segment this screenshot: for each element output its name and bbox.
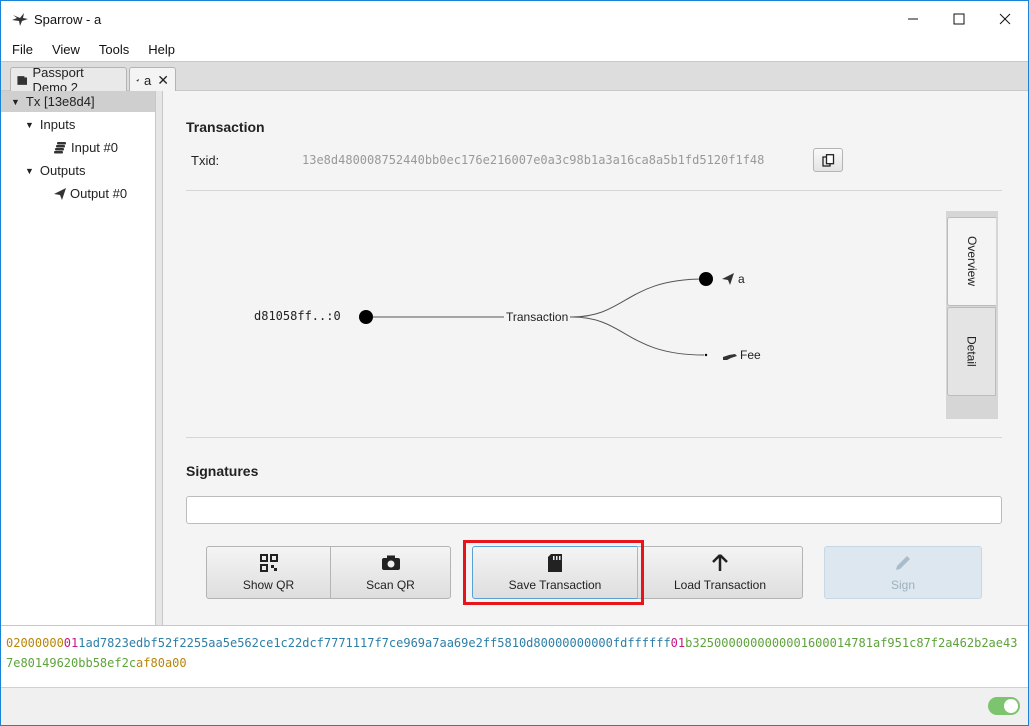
tab-label: a xyxy=(144,73,152,88)
scan-qr-button[interactable]: Scan QR xyxy=(330,546,451,599)
camera-icon xyxy=(381,555,400,570)
sign-button[interactable]: Sign xyxy=(824,546,982,599)
hex-output-count: 01 xyxy=(670,636,686,650)
tree-item-tx[interactable]: ▼ Tx [13e8d4] xyxy=(1,91,155,112)
menu-help[interactable]: Help xyxy=(148,42,175,57)
diagram-output-label: a xyxy=(738,272,745,286)
minimize-icon xyxy=(908,18,918,20)
signatures-heading: Signatures xyxy=(186,463,259,479)
expand-triangle-icon[interactable]: ▼ xyxy=(25,166,34,176)
overview-tab[interactable]: Overview xyxy=(947,217,996,306)
qr-code-icon xyxy=(259,554,278,572)
tree-item-outputs[interactable]: ▼ Outputs xyxy=(25,160,85,181)
button-label: Load Transaction xyxy=(673,578,767,592)
menu-tools[interactable]: Tools xyxy=(99,42,129,57)
show-qr-button[interactable]: Show QR xyxy=(206,546,331,599)
send-icon xyxy=(54,187,66,200)
transaction-tree: ▼ Tx [13e8d4] ▼ Inputs Input #0 ▼ Output… xyxy=(1,91,156,625)
button-label: Show QR xyxy=(242,578,295,592)
detail-tab-label: Detail xyxy=(964,336,979,367)
button-label: Sign xyxy=(890,578,916,592)
expand-triangle-icon[interactable]: ▼ xyxy=(25,120,34,130)
tree-label: Tx [13e8d4] xyxy=(25,94,95,109)
online-toggle[interactable] xyxy=(988,697,1020,715)
transaction-heading: Transaction xyxy=(186,119,265,135)
diagram-input-label[interactable]: d81058ff..:0 xyxy=(254,309,341,323)
app-window: Sparrow - a File View Tools Help Passpor… xyxy=(0,0,1029,726)
tree-label: Inputs xyxy=(39,117,76,132)
tab-bar: Passport Demo 2 a ✕ xyxy=(1,61,1028,95)
hex-inputs: 1ad7823edbf52f2255aa5e562ce1c22dcf777111… xyxy=(78,636,671,650)
divider xyxy=(186,190,1002,191)
close-tab-icon[interactable]: ✕ xyxy=(157,72,169,89)
status-bar xyxy=(1,687,1028,725)
window-title: Sparrow - a xyxy=(34,12,102,27)
split-pane-divider[interactable] xyxy=(156,91,163,625)
load-transaction-button[interactable]: Load Transaction xyxy=(637,546,803,599)
menu-view[interactable]: View xyxy=(52,42,80,57)
minimize-button[interactable] xyxy=(890,1,936,37)
tree-label: Output #0 xyxy=(70,186,128,201)
tab-a[interactable]: a ✕ xyxy=(129,67,176,93)
hex-version: 02000000 xyxy=(6,636,64,650)
output-node xyxy=(699,272,713,286)
pen-icon xyxy=(896,556,910,570)
wallet-icon xyxy=(17,75,28,85)
copy-icon xyxy=(821,153,834,167)
send-icon xyxy=(136,78,140,83)
tree-item-input-0[interactable]: Input #0 xyxy=(54,137,118,158)
txid-label: Txid: xyxy=(191,153,220,168)
maximize-icon xyxy=(953,13,965,25)
close-icon xyxy=(999,13,1011,25)
transaction-diagram: d81058ff..:0 Transaction a Fee xyxy=(186,209,1002,429)
arrow-up-icon xyxy=(712,554,728,571)
coins-icon xyxy=(54,141,66,153)
transaction-hex[interactable]: 02000000011ad7823edbf52f2255aa5e562ce1c2… xyxy=(1,625,1028,687)
save-transaction-highlight xyxy=(463,540,644,605)
divider xyxy=(186,437,1002,438)
hex-locktime: af80a00 xyxy=(136,656,187,670)
copy-txid-button[interactable] xyxy=(813,148,843,172)
input-node xyxy=(359,310,373,324)
fee-node xyxy=(704,353,708,357)
menu-file[interactable]: File xyxy=(12,42,33,57)
tree-item-inputs[interactable]: ▼ Inputs xyxy=(25,114,75,135)
diagram-transaction-label: Transaction xyxy=(504,310,571,324)
tree-label: Outputs xyxy=(39,163,86,178)
button-label: Scan QR xyxy=(366,578,415,592)
send-icon xyxy=(722,273,734,285)
sparrow-bird-icon xyxy=(12,13,28,26)
diagram-fee-label: Fee xyxy=(740,348,761,362)
overview-tab-label: Overview xyxy=(965,236,979,287)
signatures-progress-bar xyxy=(186,496,1002,524)
fee-hand-icon xyxy=(723,354,737,360)
view-switcher: Overview Detail xyxy=(946,211,998,419)
menu-bar: File View Tools Help xyxy=(1,37,1028,61)
tree-item-output-0[interactable]: Output #0 xyxy=(54,183,127,204)
expand-triangle-icon[interactable]: ▼ xyxy=(11,97,20,107)
tree-label: Input #0 xyxy=(71,140,118,155)
close-window-button[interactable] xyxy=(982,1,1028,37)
detail-tab[interactable]: Detail xyxy=(947,307,996,396)
tab-passport-demo-2[interactable]: Passport Demo 2 xyxy=(10,65,127,95)
hex-input-count: 01 xyxy=(63,636,79,650)
maximize-button[interactable] xyxy=(936,1,982,37)
title-bar: Sparrow - a xyxy=(1,1,1028,37)
txid-value[interactable]: 13e8d480008752440bb0ec176e216007e0a3c98b… xyxy=(302,153,764,167)
